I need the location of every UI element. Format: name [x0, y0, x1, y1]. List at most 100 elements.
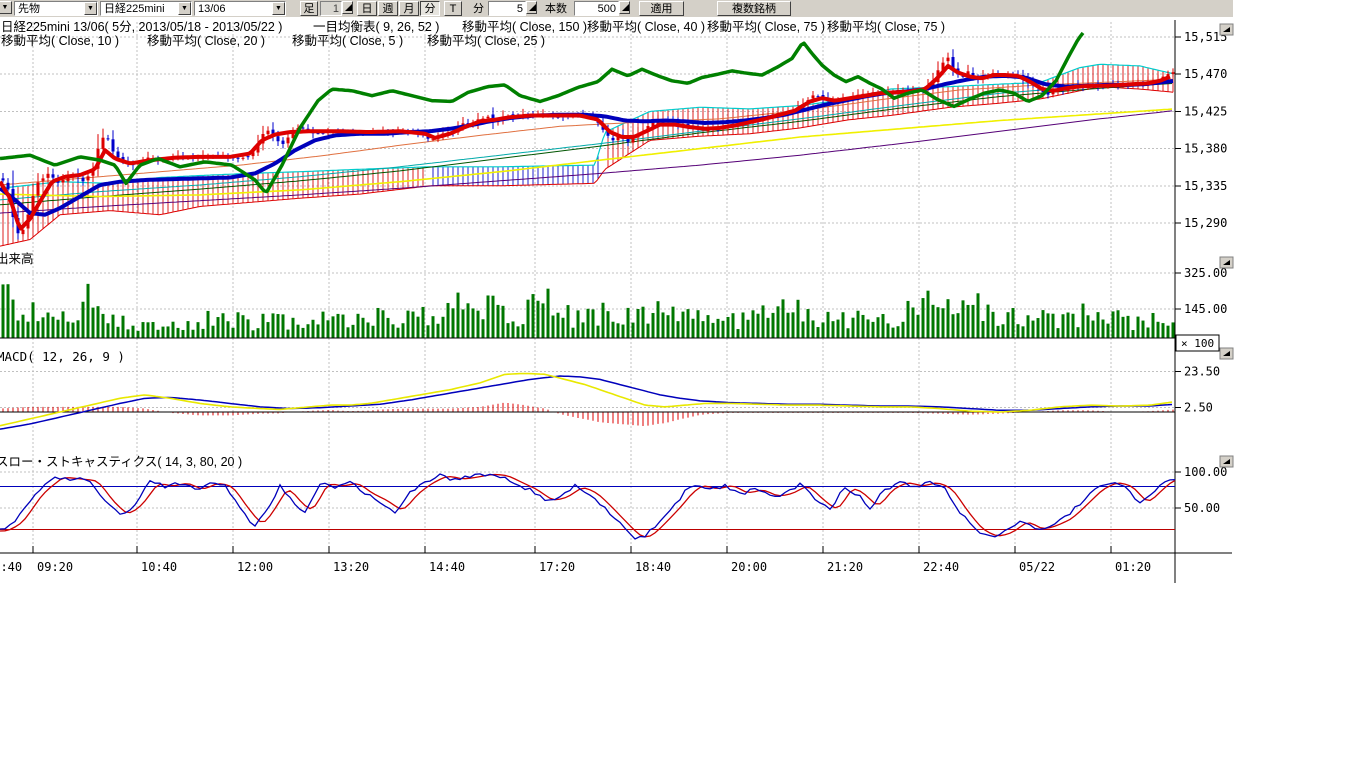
volume-bar [572, 328, 575, 338]
multiplier-badge-text: × 100 [1181, 337, 1214, 350]
candle-body [87, 176, 90, 180]
volume-bar [132, 326, 135, 338]
candle-body [632, 139, 635, 143]
volume-bar [37, 321, 40, 338]
volume-bar [102, 314, 105, 338]
volume-bar [732, 313, 735, 338]
volume-bar [852, 318, 855, 338]
x-axis-tick-label: 22:40 [923, 560, 959, 574]
volume-bar [77, 320, 80, 338]
x-axis-tick-label: 13:20 [333, 560, 369, 574]
volume-bar [842, 312, 845, 338]
volume-bar [357, 314, 360, 338]
volume-bar [1002, 324, 1005, 338]
legend-item: 移動平均( Close, 5 ) [292, 34, 403, 48]
volume-bar [1082, 304, 1085, 338]
volume-bar [587, 309, 590, 338]
volume-bar [582, 322, 585, 338]
price-axis-label: 15,335 [1184, 179, 1227, 193]
candle-body [627, 139, 630, 142]
candle-body [117, 151, 120, 157]
candle-body [947, 58, 950, 62]
volume-bar [352, 325, 355, 338]
volume-bar [942, 308, 945, 338]
legend-item: 移動平均( Close, 40 ) [587, 20, 705, 34]
volume-bar [897, 326, 900, 338]
volume-bar [467, 303, 470, 338]
volume-bar [447, 303, 450, 338]
volume-bar [212, 326, 215, 338]
volume-bar [902, 322, 905, 338]
volume-bar [137, 331, 140, 338]
candle-body [52, 174, 55, 177]
volume-bar [597, 326, 600, 338]
volume-bar [837, 320, 840, 338]
volume-bar [742, 312, 745, 338]
volume-bar [672, 307, 675, 338]
volume-bar [412, 312, 415, 338]
volume-bar [482, 319, 485, 338]
volume-bar [477, 311, 480, 338]
price-axis-label: 15,470 [1184, 67, 1227, 81]
volume-bar [832, 321, 835, 338]
volume-bar [1117, 310, 1120, 338]
volume-bar [32, 302, 35, 338]
volume-bar [402, 323, 405, 338]
volume-bar [1052, 314, 1055, 338]
volume-bar [107, 323, 110, 338]
x-axis-tick-label: 05/22 [1019, 560, 1055, 574]
volume-bar [142, 322, 145, 338]
volume-bar [617, 323, 620, 338]
volume-bar [1042, 310, 1045, 338]
volume-bar [382, 310, 385, 338]
volume-bar [822, 322, 825, 338]
volume-bar [507, 323, 510, 338]
volume-bar [767, 318, 770, 338]
volume-bar [982, 321, 985, 338]
volume-bar [387, 318, 390, 338]
stoch-panel-label: スロー・ストキャスティクス( 14, 3, 80, 20 ) [0, 455, 242, 469]
volume-bar [217, 317, 220, 338]
volume-bar [1112, 311, 1115, 338]
volume-bar [542, 303, 545, 338]
x-axis-tick-label: 01:20 [1115, 560, 1151, 574]
volume-bar [652, 313, 655, 338]
candle-body [267, 131, 270, 135]
volume-bar [417, 317, 420, 338]
volume-bar [527, 300, 530, 338]
candle-body [282, 141, 285, 144]
volume-bar [177, 328, 180, 338]
volume-bar [1007, 312, 1010, 338]
volume-bar [247, 319, 250, 338]
volume-bar [127, 329, 130, 338]
volume-bar [847, 328, 850, 338]
candle-body [42, 178, 45, 180]
candle-body [22, 230, 25, 234]
volume-bar [792, 312, 795, 338]
volume-bar [442, 317, 445, 338]
volume-bar [492, 296, 495, 338]
volume-bar [1157, 322, 1160, 338]
macd-axis-label: 2.50 [1184, 401, 1213, 415]
legend-item: 移動平均( Close, 10 ) [1, 34, 119, 48]
volume-bar [147, 322, 150, 338]
volume-bar [782, 299, 785, 338]
volume-bar [192, 330, 195, 338]
volume-bar [932, 305, 935, 338]
volume-panel-label: 出来高 [0, 251, 34, 266]
candle-body [612, 138, 615, 140]
x-axis-tick-label: 14:40 [429, 560, 465, 574]
candle-body [102, 138, 105, 149]
volume-bar [187, 321, 190, 338]
volume-bar [437, 324, 440, 338]
volume-bar [122, 316, 125, 338]
volume-bar [917, 315, 920, 338]
volume-bar [627, 308, 630, 338]
volume-bar [512, 321, 515, 338]
legend-item: 移動平均( Close, 20 ) [147, 34, 265, 48]
volume-bar [277, 314, 280, 338]
legend-item: 移動平均( Close, 75 ) [707, 20, 825, 34]
volume-bar [697, 310, 700, 338]
volume-bar [872, 322, 875, 338]
volume-bar [612, 322, 615, 338]
